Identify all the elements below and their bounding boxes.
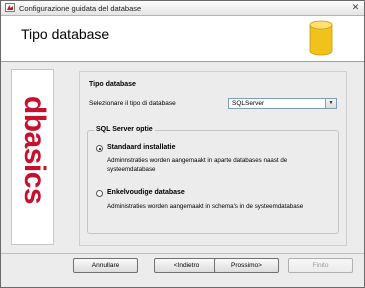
finish-button[interactable]: Finito: [288, 258, 353, 273]
section-title: Tipo database: [89, 81, 136, 88]
radio-enkelvoudige-database[interactable]: [96, 190, 103, 197]
radio-standard-installatie[interactable]: [96, 145, 103, 152]
page-title: Tipo database: [21, 26, 110, 42]
option-description: Administraties worden aangemaakt in sche…: [107, 203, 304, 210]
chevron-down-icon[interactable]: ▼: [325, 99, 336, 108]
group-title: SQL Server optie: [94, 126, 155, 133]
database-type-select[interactable]: SQLServer ▼: [228, 98, 337, 109]
next-button[interactable]: Prossimo>: [214, 258, 279, 273]
window-title: Configurazione guidata del database: [19, 4, 142, 13]
close-button[interactable]: ✕: [351, 3, 360, 12]
content-panel: Tipo database Selezionare il tipo di dat…: [79, 71, 347, 246]
option-label[interactable]: Standaard installatie: [107, 144, 175, 151]
footer-divider: [1, 253, 364, 254]
dbasics-logo: dbasics: [18, 95, 51, 205]
option-label[interactable]: Enkelvoudige database: [107, 189, 185, 196]
database-type-value: SQLServer: [232, 100, 265, 107]
wizard-header: Tipo database: [1, 16, 364, 62]
cancel-button[interactable]: Annullare: [73, 258, 138, 273]
title-bar[interactable]: Configurazione guidata del database ✕: [1, 1, 364, 16]
database-type-label: Selezionare il tipo di database: [89, 100, 176, 107]
brand-sidebar: dbasics: [11, 69, 54, 245]
sql-server-options-group: SQL Server optie Standaard installatie A…: [87, 126, 339, 234]
database-icon: [309, 20, 333, 56]
wizard-window: Configurazione guidata del database ✕ Ti…: [0, 0, 365, 288]
app-icon: [5, 3, 15, 12]
back-button[interactable]: <Indietro: [154, 258, 219, 273]
option-description: Adminnstraties worden aangemaakt in apar…: [107, 157, 288, 173]
